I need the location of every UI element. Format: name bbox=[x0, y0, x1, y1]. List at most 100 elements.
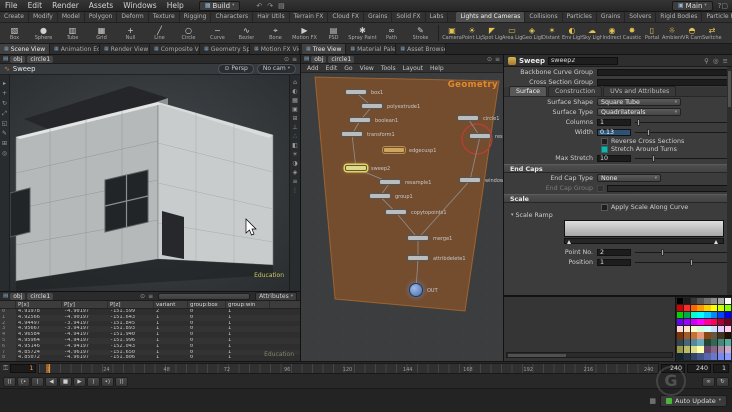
shelf-tool-area-light[interactable]: ▭Area Light bbox=[502, 23, 522, 43]
shelf-tool-grid[interactable]: ▦ Grid bbox=[87, 23, 116, 43]
shelf-tab-polygon[interactable]: Polygon bbox=[84, 12, 118, 22]
column-header-p-x[interactable]: P[x] bbox=[16, 301, 62, 308]
color-swatch[interactable] bbox=[717, 311, 725, 319]
view-mode-icon[interactable]: ⌂ bbox=[293, 79, 297, 86]
shelf-tool-bone[interactable]: ⌖ Bone bbox=[261, 23, 290, 43]
shelf-tool-indirect[interactable]: ◉ Indirect bbox=[602, 23, 622, 43]
color-swatch[interactable] bbox=[677, 318, 684, 326]
network-menu-edit[interactable]: Edit bbox=[323, 65, 341, 72]
shelf-tool-null[interactable]: + Null bbox=[116, 23, 145, 43]
shelf-tab-texture[interactable]: Texture bbox=[148, 12, 180, 22]
shelf-tab-hair-utils[interactable]: Hair Utils bbox=[253, 12, 290, 22]
color-swatch[interactable] bbox=[724, 339, 731, 346]
desktop-selector[interactable]: ▦ Build ▾ bbox=[198, 0, 241, 11]
color-swatch[interactable] bbox=[711, 346, 718, 353]
shelf-tool-spray-paint[interactable]: ✱ Spray Paint bbox=[348, 23, 377, 43]
menu-help[interactable]: Help bbox=[162, 0, 189, 12]
column-header-variant[interactable]: variant bbox=[154, 301, 188, 308]
path-segment-circle1[interactable]: circle1 bbox=[27, 292, 54, 300]
shelf-tool-sky-light[interactable]: ☁Sky Light bbox=[582, 23, 602, 43]
shelf-tab-rigid-bodies[interactable]: Rigid Bodies bbox=[656, 12, 703, 22]
color-swatch[interactable] bbox=[677, 339, 684, 346]
view-menu-button[interactable]: ⊙ Persp bbox=[218, 64, 254, 74]
end-frame-field[interactable]: 240 bbox=[661, 364, 685, 373]
play-button[interactable]: ▶ bbox=[73, 376, 86, 387]
menu-render[interactable]: Render bbox=[47, 0, 84, 12]
shadows-icon[interactable]: ◑ bbox=[292, 160, 297, 167]
gear-icon[interactable]: ≡ bbox=[723, 57, 728, 65]
shelf-tool-box[interactable]: ▧ Box bbox=[0, 23, 29, 43]
menu-assets[interactable]: Assets bbox=[84, 0, 118, 12]
menu-file[interactable]: File bbox=[0, 0, 23, 12]
color-swatch[interactable] bbox=[724, 325, 731, 332]
spreadsheet-node-dropdown[interactable] bbox=[158, 292, 251, 300]
shelf-tool-caustic[interactable]: ✸ Caustic bbox=[622, 23, 642, 43]
max-stretch-input[interactable]: 10 bbox=[597, 154, 631, 162]
color-swatch[interactable] bbox=[683, 353, 691, 360]
point-no-slider[interactable] bbox=[635, 248, 727, 256]
node-box1[interactable]: box1 bbox=[345, 89, 383, 96]
pane-menu-icon[interactable]: ≡ bbox=[148, 293, 153, 300]
shelf-tab-create[interactable]: Create bbox=[0, 12, 29, 22]
network-menu-view[interactable]: View bbox=[357, 65, 377, 72]
color-swatch[interactable] bbox=[711, 353, 718, 360]
shading-mode-icon[interactable]: ◐ bbox=[292, 88, 297, 95]
node-boolean1[interactable]: boolean1 bbox=[349, 117, 398, 124]
shelf-tool-ambient[interactable]: ☼ Ambient bbox=[662, 23, 682, 43]
color-swatch[interactable] bbox=[724, 298, 731, 305]
shelf-tab-solid-fx[interactable]: Solid FX bbox=[392, 12, 426, 22]
shelf-tab-grains[interactable]: Grains bbox=[596, 12, 626, 22]
color-swatch[interactable] bbox=[683, 339, 691, 346]
color-swatch[interactable] bbox=[677, 353, 684, 360]
color-swatch[interactable] bbox=[704, 325, 711, 332]
lighting-icon[interactable]: ☀ bbox=[292, 151, 297, 158]
shelf-tab-particles[interactable]: Particles bbox=[562, 12, 597, 22]
color-swatch[interactable] bbox=[724, 353, 731, 360]
network-menu-add[interactable]: Add bbox=[304, 65, 322, 72]
backbone-group-input[interactable] bbox=[597, 68, 732, 76]
column-header-p-y[interactable]: P[y] bbox=[62, 301, 108, 308]
parameter-scrollbar[interactable] bbox=[727, 67, 732, 295]
max-stretch-slider[interactable] bbox=[635, 154, 727, 162]
snapshot-icon[interactable]: ▣ bbox=[292, 106, 298, 113]
go-to-start-button[interactable]: ⟨⟨ bbox=[3, 376, 16, 387]
color-swatch[interactable] bbox=[717, 318, 725, 326]
color-swatch[interactable] bbox=[677, 298, 684, 305]
shelf-tab-model[interactable]: Model bbox=[57, 12, 85, 22]
color-swatch[interactable] bbox=[683, 346, 691, 353]
shelf-tool-env-light[interactable]: ◐Env Light bbox=[562, 23, 582, 43]
node-group1[interactable]: group1 bbox=[369, 193, 413, 200]
shelf-tab-labs[interactable]: Labs bbox=[425, 12, 449, 22]
scale-ramp-collapse-icon[interactable]: ▾ bbox=[511, 212, 514, 218]
color-swatch[interactable] bbox=[697, 325, 704, 332]
handles-tool-icon[interactable]: ◱ bbox=[2, 120, 8, 127]
color-swatch[interactable] bbox=[724, 311, 731, 319]
color-swatch[interactable] bbox=[677, 304, 684, 312]
width-slider[interactable] bbox=[635, 128, 727, 136]
color-swatch[interactable] bbox=[711, 298, 718, 305]
color-swatch[interactable] bbox=[697, 318, 704, 326]
pin-icon[interactable]: ⊙ bbox=[487, 56, 492, 63]
shelf-tool-tube[interactable]: ▥ Tube bbox=[58, 23, 87, 43]
global-end-field[interactable]: 240 bbox=[687, 364, 711, 373]
color-swatch[interactable] bbox=[704, 332, 711, 339]
lock-icon[interactable]: ⚲ bbox=[704, 57, 709, 65]
shelf-tool-path[interactable]: ∞ Path bbox=[377, 23, 406, 43]
column-header-group-box[interactable]: group:box bbox=[188, 301, 226, 308]
layout-selector[interactable]: ▣ Main ▾ bbox=[672, 0, 713, 11]
shelf-tool-switcher[interactable]: ⇄ Switcher bbox=[702, 23, 722, 43]
more-options-icon[interactable]: ⋮ bbox=[292, 187, 298, 194]
color-swatch[interactable] bbox=[697, 311, 704, 319]
pane-tab-composite-view[interactable]: ▦Composite View bbox=[150, 44, 200, 54]
shelf-tab-deform[interactable]: Deform bbox=[117, 12, 149, 22]
network-menu-tools[interactable]: Tools bbox=[378, 65, 399, 72]
apply-scale-along-curve-checkbox[interactable] bbox=[601, 203, 608, 211]
shelf-tool-distant-light[interactable]: ✶Distant Light bbox=[542, 23, 562, 43]
color-swatch[interactable] bbox=[677, 332, 684, 339]
color-swatch[interactable] bbox=[677, 346, 684, 353]
camera-select-button[interactable]: No cam ▾ bbox=[256, 64, 296, 74]
color-swatch[interactable] bbox=[711, 325, 718, 332]
color-swatch[interactable] bbox=[724, 318, 731, 326]
network-canvas[interactable]: Geometry box1 polyextrude1 boolean1 transfo… bbox=[301, 73, 503, 361]
viewport-3d-canvas[interactable]: ▸ + ↻ ⤢ ◱ ✎ ⊞ ◎ ⌂ ◐ ▦ ▣ ⊞ ⊥ ∴ ◧ ☀ ◑ ◈ ≡ ⋮ Education bbox=[0, 75, 300, 291]
